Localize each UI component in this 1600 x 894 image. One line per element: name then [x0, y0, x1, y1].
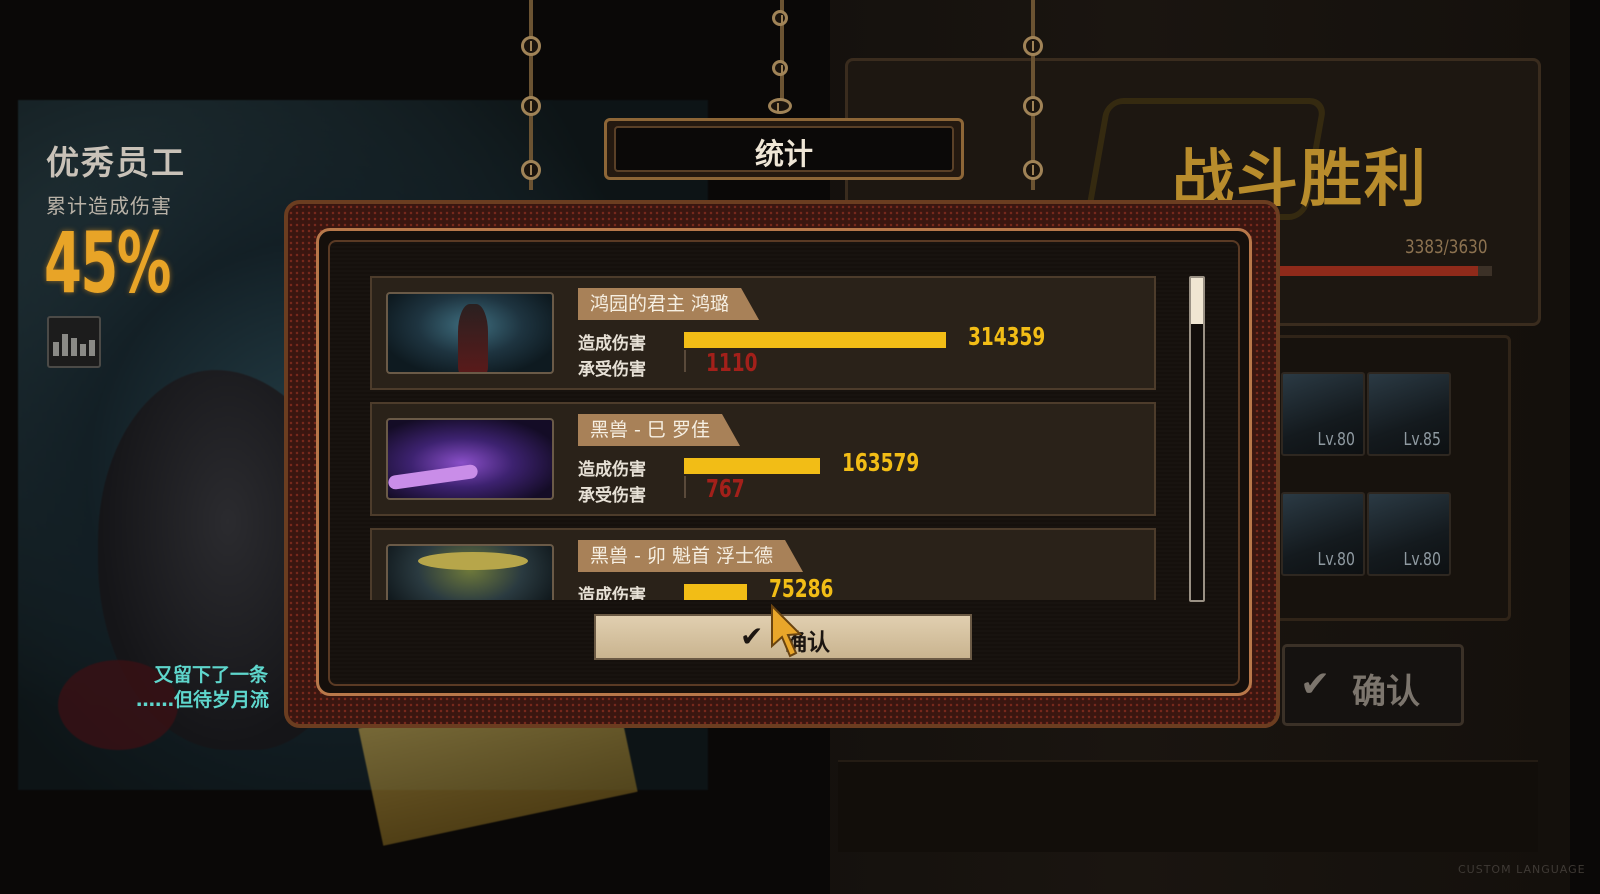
hp-bar-fill — [1280, 266, 1478, 276]
scrollbar-thumb[interactable] — [1191, 278, 1203, 324]
damage-dealt-label: 造成伤害 — [578, 586, 646, 600]
bottom-status-bar — [838, 760, 1538, 852]
character-name: 黑兽 - 卯 魁首 浮士德 — [578, 540, 803, 572]
list-scrollbar[interactable] — [1189, 276, 1205, 602]
bar-chart-icon[interactable] — [47, 316, 101, 368]
stat-row: 黑兽 - 卯 魁首 浮士德 造成伤害 75286 — [370, 528, 1156, 600]
damage-dealt-bar — [684, 584, 747, 600]
damage-taken-tick — [684, 476, 686, 498]
damage-dealt-value: 163579 — [842, 448, 920, 477]
damage-dealt-value: 314359 — [968, 322, 1046, 351]
roster-level: Lv.80 — [1317, 429, 1355, 450]
roster-panel: Lv.80 Lv.85 Lv.80 Lv.80 — [1270, 335, 1511, 621]
damage-taken-label: 承受伤害 — [578, 360, 646, 380]
mvp-damage-percent: 45% — [44, 214, 171, 312]
modal-title: 统计 — [754, 137, 813, 171]
damage-dealt-label: 造成伤害 — [578, 334, 646, 354]
damage-dealt-label: 造成伤害 — [578, 460, 646, 480]
damage-dealt-value: 75286 — [769, 574, 834, 600]
custom-language-label: CUSTOM LANGUAGE — [1458, 863, 1586, 876]
roster-card[interactable]: Lv.80 — [1281, 372, 1365, 456]
character-name: 鸿园的君主 鸿璐 — [578, 288, 759, 320]
roster-card[interactable]: Lv.80 — [1367, 492, 1451, 576]
damage-taken-tick — [684, 350, 686, 372]
check-icon: ✔ — [740, 620, 764, 653]
character-portrait — [386, 544, 554, 600]
roster-level: Lv.80 — [1403, 549, 1441, 570]
hp-counter: 3383/3630 — [1405, 236, 1488, 258]
background-confirm-label: 确认 — [1352, 672, 1420, 712]
list-viewport-clip: 黑兽 - 卯 魁首 浮士德 造成伤害 75286 — [370, 528, 1156, 600]
mouse-cursor-icon — [771, 604, 802, 658]
character-portrait — [386, 418, 554, 500]
roster-card[interactable]: Lv.85 — [1367, 372, 1451, 456]
roster-card[interactable]: Lv.80 — [1281, 492, 1365, 576]
stat-row: 鸿园的君主 鸿璐 造成伤害 承受伤害 314359 1110 — [370, 276, 1156, 390]
roster-level: Lv.85 — [1403, 429, 1441, 450]
character-name: 黑兽 - 巳 罗佳 — [578, 414, 740, 446]
mvp-title: 优秀员工 — [46, 143, 186, 182]
roster-level: Lv.80 — [1317, 549, 1355, 570]
character-portrait — [386, 292, 554, 374]
mvp-quote-line: ……但待岁月流 — [136, 689, 270, 711]
check-icon: ✔ — [1300, 664, 1331, 705]
mvp-quote-line: 又留下了一条 — [154, 664, 269, 686]
damage-dealt-bar — [684, 332, 946, 348]
damage-taken-value: 767 — [706, 474, 745, 503]
damage-taken-value: 1110 — [706, 348, 758, 377]
damage-dealt-bar — [684, 458, 820, 474]
stat-row: 黑兽 - 巳 罗佳 造成伤害 承受伤害 163579 767 — [370, 402, 1156, 516]
damage-taken-label: 承受伤害 — [578, 486, 646, 506]
